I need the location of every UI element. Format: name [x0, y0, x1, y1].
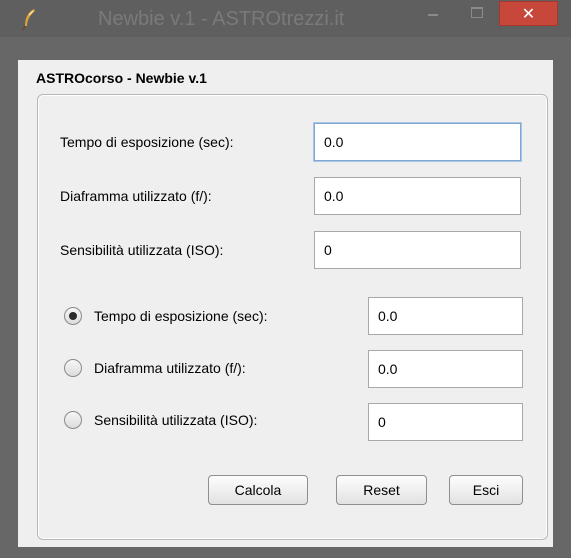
radio-exposure[interactable] [64, 307, 82, 325]
calculator-group: Tempo di esposizione (sec): 0.0 Diaframm… [37, 94, 548, 540]
close-button[interactable]: ✕ [499, 1, 558, 26]
maximize-button[interactable] [464, 1, 490, 26]
input-label-exposure: Tempo di esposizione (sec): [60, 134, 234, 150]
panel-title: ASTROcorso - Newbie v.1 [36, 70, 207, 86]
minimize-icon [428, 14, 438, 16]
radio-iso[interactable] [64, 411, 82, 429]
radio-selected-dot [69, 312, 77, 320]
iso-result[interactable]: 0 [368, 403, 523, 441]
result-label-iso: Sensibilità utilizzata (ISO): [94, 412, 258, 428]
input-label-iso: Sensibilità utilizzata (ISO): [60, 242, 224, 258]
minimize-button[interactable] [420, 1, 446, 26]
radio-aperture[interactable] [64, 359, 82, 377]
title-bar[interactable]: Newbie v.1 - ASTROtrezzi.it ✕ [0, 0, 571, 37]
exposure-input[interactable]: 0.0 [314, 123, 521, 161]
calcola-button[interactable]: Calcola [208, 475, 308, 505]
input-label-aperture: Diaframma utilizzato (f/): [60, 188, 212, 204]
app-window: Newbie v.1 - ASTROtrezzi.it ✕ ASTROcorso… [0, 0, 571, 558]
result-label-aperture: Diaframma utilizzato (f/): [94, 360, 246, 376]
close-icon: ✕ [521, 4, 536, 23]
window-title: Newbie v.1 - ASTROtrezzi.it [98, 8, 345, 30]
feather-icon [22, 9, 35, 31]
maximize-icon [471, 7, 483, 18]
esci-button[interactable]: Esci [449, 475, 523, 505]
reset-button[interactable]: Reset [336, 475, 427, 505]
exposure-result[interactable]: 0.0 [368, 297, 523, 335]
content-panel: ASTROcorso - Newbie v.1 Tempo di esposiz… [18, 60, 553, 547]
result-label-exposure: Tempo di esposizione (sec): [94, 308, 268, 324]
aperture-input[interactable]: 0.0 [314, 177, 521, 215]
iso-input[interactable]: 0 [314, 231, 521, 269]
aperture-result[interactable]: 0.0 [368, 350, 523, 388]
window-bottom-border [18, 547, 553, 558]
